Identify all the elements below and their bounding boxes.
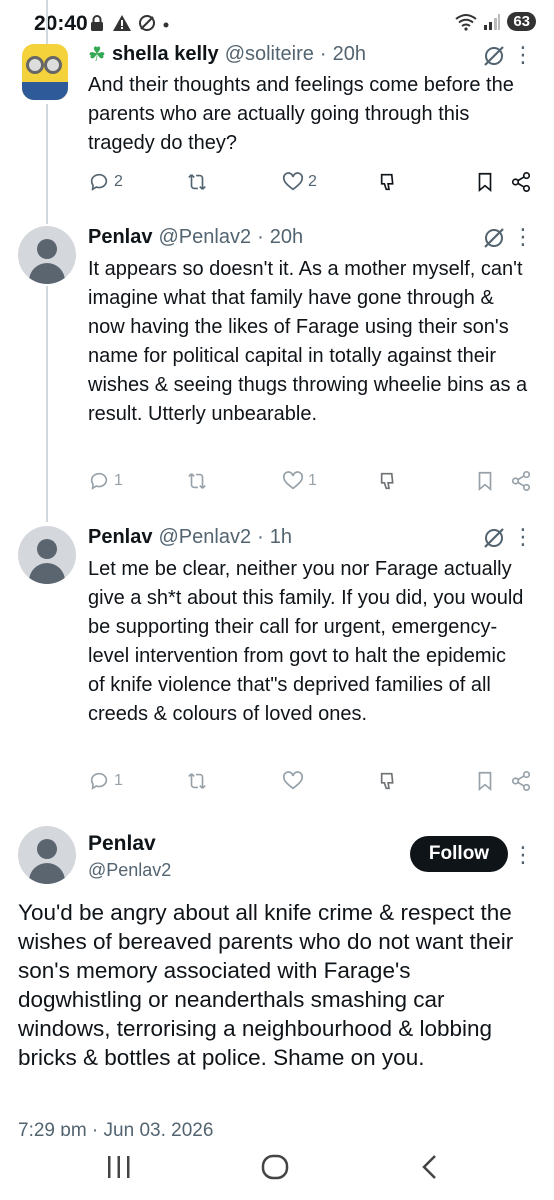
avatar[interactable]: [18, 226, 76, 284]
follow-button[interactable]: Follow: [410, 836, 508, 872]
tweet-time[interactable]: 20h: [270, 226, 303, 249]
like-count: 2: [308, 173, 317, 190]
display-name[interactable]: Penlav: [88, 832, 156, 856]
heart-icon: [283, 771, 303, 790]
share-icon: [511, 471, 531, 491]
reply-icon: [90, 772, 108, 790]
home-icon[interactable]: [260, 1152, 290, 1182]
repost-button[interactable]: [186, 470, 208, 492]
avatar[interactable]: [18, 826, 76, 884]
share-button[interactable]: [510, 770, 532, 792]
share-button[interactable]: [510, 470, 532, 492]
tweet-text: And their thoughts and feelings come bef…: [88, 74, 514, 154]
tweet-header: Penlav @Penlav2 · 20h: [88, 226, 303, 249]
tweet-text: You'd be angry about all knife crime & r…: [18, 900, 514, 1070]
display-name[interactable]: shella kelly: [112, 43, 219, 66]
share-icon: [511, 771, 531, 791]
display-name[interactable]: Penlav: [88, 526, 152, 549]
tweet-time[interactable]: 1h: [270, 526, 292, 549]
like-button[interactable]: 1: [282, 470, 317, 492]
recent-apps-icon[interactable]: [106, 1152, 132, 1182]
reply-button[interactable]: 1: [88, 770, 123, 792]
share-icon: [511, 172, 531, 192]
tweet-actions: 1 1: [88, 470, 538, 500]
main-tweet: Penlav @Penlav2 Follow ⋮ You'd be angry …: [0, 820, 554, 1140]
repost-icon: [188, 473, 206, 489]
thumbs-down-icon: [380, 472, 394, 490]
more-options-button[interactable]: ⋮: [512, 844, 534, 866]
more-options-button[interactable]: ⋮: [512, 226, 534, 248]
tweet-time[interactable]: 20h: [333, 43, 366, 66]
repost-button[interactable]: [186, 171, 208, 193]
tweet-actions: 1: [88, 770, 538, 800]
bookmark-button[interactable]: [474, 171, 496, 193]
clover-icon: ☘: [88, 44, 106, 66]
reply-button[interactable]: 2: [88, 171, 123, 193]
repost-button[interactable]: [186, 770, 208, 792]
repost-icon: [188, 773, 206, 789]
separator-dot: ·: [257, 526, 264, 548]
user-handle[interactable]: @Penlav2: [158, 526, 251, 549]
reply-button[interactable]: 1: [88, 470, 123, 492]
avatar[interactable]: [18, 526, 76, 584]
tweet-header: ☘ shella kelly @soliteire · 20h: [88, 42, 366, 67]
like-count: 1: [308, 472, 317, 489]
display-name[interactable]: Penlav: [88, 226, 152, 249]
separator-dot: ·: [319, 43, 327, 65]
grok-icon[interactable]: [482, 526, 506, 550]
grok-icon[interactable]: [482, 44, 506, 68]
user-handle[interactable]: @soliteire: [225, 43, 314, 66]
reply-icon: [90, 472, 108, 490]
thumbs-down-icon: [380, 772, 394, 790]
bookmark-icon: [478, 471, 492, 492]
tweet[interactable]: Penlav @Penlav2 · 1h ⋮ Let me be clear, …: [0, 512, 554, 820]
heart-icon: [283, 172, 303, 191]
grok-icon[interactable]: [482, 226, 506, 250]
heart-icon: [283, 471, 303, 490]
dislike-button[interactable]: [378, 171, 400, 193]
reply-icon: [90, 173, 108, 191]
thumbs-down-icon: [380, 173, 394, 191]
tweet[interactable]: ☘ shella kelly @soliteire · 20h ⋮ And th…: [0, 0, 554, 212]
user-handle[interactable]: @Penlav2: [88, 860, 171, 881]
reply-count: 2: [114, 173, 123, 190]
tweet-timestamp[interactable]: 7:29 pm · Jun 03, 2026: [18, 1120, 213, 1136]
tweet-text: Let me be clear, neither you nor Farage …: [88, 558, 524, 725]
repost-icon: [188, 174, 206, 190]
share-button[interactable]: [510, 171, 532, 193]
like-button[interactable]: [282, 770, 308, 792]
bookmark-button[interactable]: [474, 770, 496, 792]
bookmark-button[interactable]: [474, 470, 496, 492]
back-icon[interactable]: [418, 1152, 442, 1182]
dislike-button[interactable]: [378, 770, 400, 792]
more-options-button[interactable]: ⋮: [512, 526, 534, 548]
tweet-text: It appears so doesn't it. As a mother my…: [88, 258, 528, 425]
tweet[interactable]: Penlav @Penlav2 · 20h ⋮ It appears so do…: [0, 212, 554, 512]
bookmark-icon: [478, 172, 492, 193]
more-options-button[interactable]: ⋮: [512, 44, 534, 66]
system-navigation-bar: [0, 1138, 554, 1200]
bookmark-icon: [478, 771, 492, 792]
reply-count: 1: [114, 472, 123, 489]
reply-count: 1: [114, 772, 123, 789]
separator-dot: ·: [257, 226, 264, 248]
tweet-actions: 2 2: [88, 171, 538, 201]
like-button[interactable]: 2: [282, 171, 317, 193]
dislike-button[interactable]: [378, 470, 400, 492]
user-handle[interactable]: @Penlav2: [158, 226, 251, 249]
avatar[interactable]: [22, 44, 68, 100]
tweet-header: Penlav @Penlav2 · 1h: [88, 526, 292, 549]
